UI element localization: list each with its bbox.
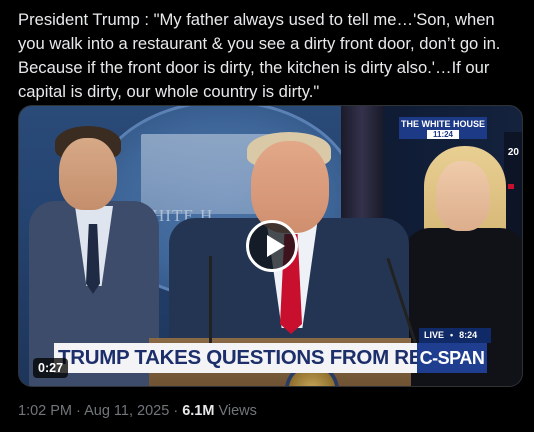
post-meta: 1:02 PM · Aug 11, 2025 · 6.1M Views bbox=[18, 403, 257, 419]
white-house-badge-time: 11:24 bbox=[427, 130, 459, 139]
post-date[interactable]: Aug 11, 2025 bbox=[84, 403, 169, 419]
microphone-left bbox=[209, 256, 212, 351]
post-time[interactable]: 1:02 PM bbox=[18, 403, 72, 419]
video-duration: 0:27 bbox=[33, 358, 69, 378]
network-logo: C-SPAN bbox=[417, 343, 487, 373]
views-label: Views bbox=[218, 403, 257, 419]
live-dot: • bbox=[450, 330, 454, 340]
play-icon[interactable] bbox=[246, 220, 298, 272]
meta-separator: · bbox=[169, 403, 183, 419]
live-label: LIVE bbox=[424, 330, 445, 340]
meta-separator: · bbox=[72, 403, 85, 419]
live-time: 8:24 bbox=[459, 330, 478, 340]
chyron: TRUMP TAKES QUESTIONS FROM REPORTERS bbox=[54, 343, 417, 373]
live-indicator: LIVE • 8:24 bbox=[419, 328, 491, 343]
white-house-badge-title: THE WHITE HOUSE bbox=[400, 119, 485, 129]
post-text: President Trump : "My father always used… bbox=[18, 10, 501, 101]
video-player[interactable]: THE WHITE H 20 THE WHITE HOUSE 11:24 LIV… bbox=[18, 105, 523, 387]
white-house-badge: THE WHITE HOUSE 11:24 bbox=[399, 117, 487, 139]
views-count[interactable]: 6.1M bbox=[182, 403, 214, 419]
